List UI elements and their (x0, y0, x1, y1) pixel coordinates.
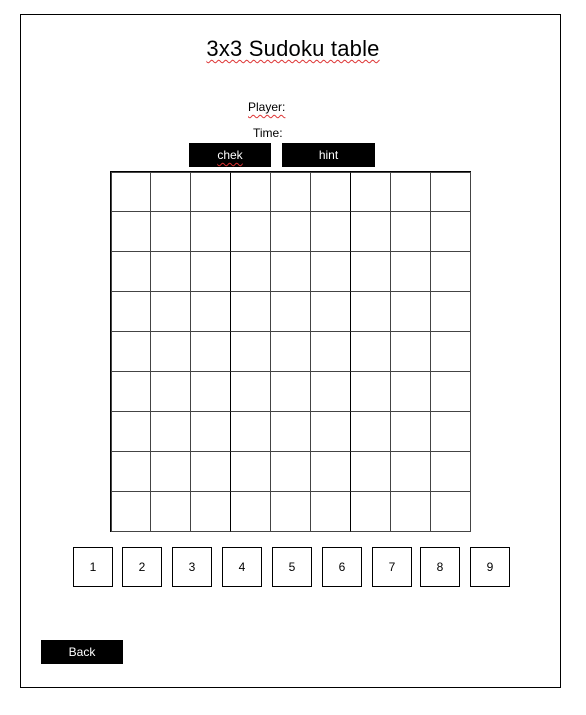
number-button-2[interactable]: 2 (122, 547, 162, 587)
player-label: Player: (248, 100, 286, 114)
sudoku-cell[interactable] (150, 450, 192, 492)
sudoku-cell[interactable] (389, 291, 431, 333)
number-button-5[interactable]: 5 (272, 547, 312, 587)
sudoku-cell[interactable] (110, 331, 152, 372)
sudoku-cell[interactable] (230, 291, 272, 333)
sudoku-cell[interactable] (110, 171, 152, 213)
sudoku-cell[interactable] (190, 370, 232, 412)
sudoku-cell[interactable] (110, 370, 152, 412)
sudoku-cell[interactable] (349, 410, 391, 452)
sudoku-cell[interactable] (190, 450, 232, 492)
sudoku-cell[interactable] (110, 490, 152, 532)
sudoku-cell[interactable] (150, 410, 192, 452)
sudoku-cell[interactable] (150, 251, 192, 293)
number-button-6[interactable]: 6 (322, 547, 362, 587)
sudoku-cell[interactable] (190, 331, 232, 372)
title-text: 3x3 Sudoku table (206, 36, 380, 61)
time-label: Time: (253, 126, 283, 140)
sudoku-cell[interactable] (270, 490, 311, 532)
sudoku-cell[interactable] (270, 211, 311, 253)
sudoku-cell[interactable] (150, 370, 192, 412)
sudoku-cell[interactable] (190, 291, 232, 333)
sudoku-cell[interactable] (230, 490, 272, 532)
sudoku-cell[interactable] (230, 171, 272, 213)
sudoku-cell[interactable] (270, 410, 311, 452)
number-button-9[interactable]: 9 (470, 547, 510, 587)
sudoku-cell[interactable] (190, 251, 232, 293)
sudoku-cell[interactable] (309, 490, 351, 532)
sudoku-cell[interactable] (230, 450, 272, 492)
sudoku-cell[interactable] (270, 331, 311, 372)
sudoku-cell[interactable] (309, 331, 351, 372)
sudoku-cell[interactable] (309, 251, 351, 293)
sudoku-cell[interactable] (230, 370, 272, 412)
sudoku-cell[interactable] (349, 171, 391, 213)
number-button-1[interactable]: 1 (73, 547, 113, 587)
sudoku-cell[interactable] (429, 410, 471, 452)
sudoku-cell[interactable] (349, 331, 391, 372)
sudoku-cell[interactable] (150, 211, 192, 253)
sudoku-cell[interactable] (389, 450, 431, 492)
number-button-7[interactable]: 7 (372, 547, 412, 587)
number-button-3[interactable]: 3 (172, 547, 212, 587)
sudoku-cell[interactable] (150, 291, 192, 333)
sudoku-cell[interactable] (309, 410, 351, 452)
hint-button[interactable]: hint (282, 143, 375, 167)
sudoku-cell[interactable] (349, 450, 391, 492)
sudoku-cell[interactable] (309, 211, 351, 253)
sudoku-cell[interactable] (230, 211, 272, 253)
sudoku-cell[interactable] (190, 410, 232, 452)
sudoku-cell[interactable] (429, 251, 471, 293)
page-title: 3x3 Sudoku table (0, 36, 586, 62)
sudoku-cell[interactable] (429, 370, 471, 412)
sudoku-cell[interactable] (429, 450, 471, 492)
sudoku-cell[interactable] (110, 450, 152, 492)
sudoku-cell[interactable] (349, 490, 391, 532)
sudoku-cell[interactable] (110, 251, 152, 293)
sudoku-cell[interactable] (429, 211, 471, 253)
sudoku-cell[interactable] (429, 291, 471, 333)
sudoku-cell[interactable] (309, 291, 351, 333)
sudoku-cell[interactable] (230, 251, 272, 293)
sudoku-cell[interactable] (389, 171, 431, 213)
number-button-8[interactable]: 8 (420, 547, 460, 587)
sudoku-cell[interactable] (110, 291, 152, 333)
sudoku-cell[interactable] (190, 211, 232, 253)
sudoku-cell[interactable] (389, 331, 431, 372)
sudoku-cell[interactable] (349, 291, 391, 333)
sudoku-cell[interactable] (270, 291, 311, 333)
sudoku-cell[interactable] (150, 331, 192, 372)
sudoku-cell[interactable] (190, 490, 232, 532)
sudoku-cell[interactable] (270, 171, 311, 213)
sudoku-cell[interactable] (389, 211, 431, 253)
sudoku-board (110, 171, 471, 532)
sudoku-cell[interactable] (349, 211, 391, 253)
sudoku-cell[interactable] (110, 410, 152, 452)
sudoku-cell[interactable] (270, 251, 311, 293)
sudoku-cell[interactable] (389, 410, 431, 452)
back-button[interactable]: Back (41, 640, 123, 664)
sudoku-cell[interactable] (270, 450, 311, 492)
sudoku-cell[interactable] (230, 410, 272, 452)
sudoku-cell[interactable] (429, 331, 471, 372)
check-button[interactable]: chek (189, 143, 271, 167)
sudoku-cell[interactable] (150, 490, 192, 532)
number-pad: 123456789 (0, 547, 586, 587)
sudoku-cell[interactable] (349, 370, 391, 412)
sudoku-cell[interactable] (270, 370, 311, 412)
sudoku-cell[interactable] (429, 171, 471, 213)
sudoku-cell[interactable] (230, 331, 272, 372)
sudoku-cell[interactable] (190, 171, 232, 213)
sudoku-cell[interactable] (349, 251, 391, 293)
sudoku-cell[interactable] (389, 370, 431, 412)
sudoku-cell[interactable] (429, 490, 471, 532)
sudoku-cell[interactable] (309, 450, 351, 492)
sudoku-cell[interactable] (389, 490, 431, 532)
sudoku-cell[interactable] (389, 251, 431, 293)
sudoku-cell[interactable] (150, 171, 192, 213)
number-button-4[interactable]: 4 (222, 547, 262, 587)
sudoku-cell[interactable] (110, 211, 152, 253)
sudoku-cell[interactable] (309, 370, 351, 412)
sudoku-cell[interactable] (309, 171, 351, 213)
